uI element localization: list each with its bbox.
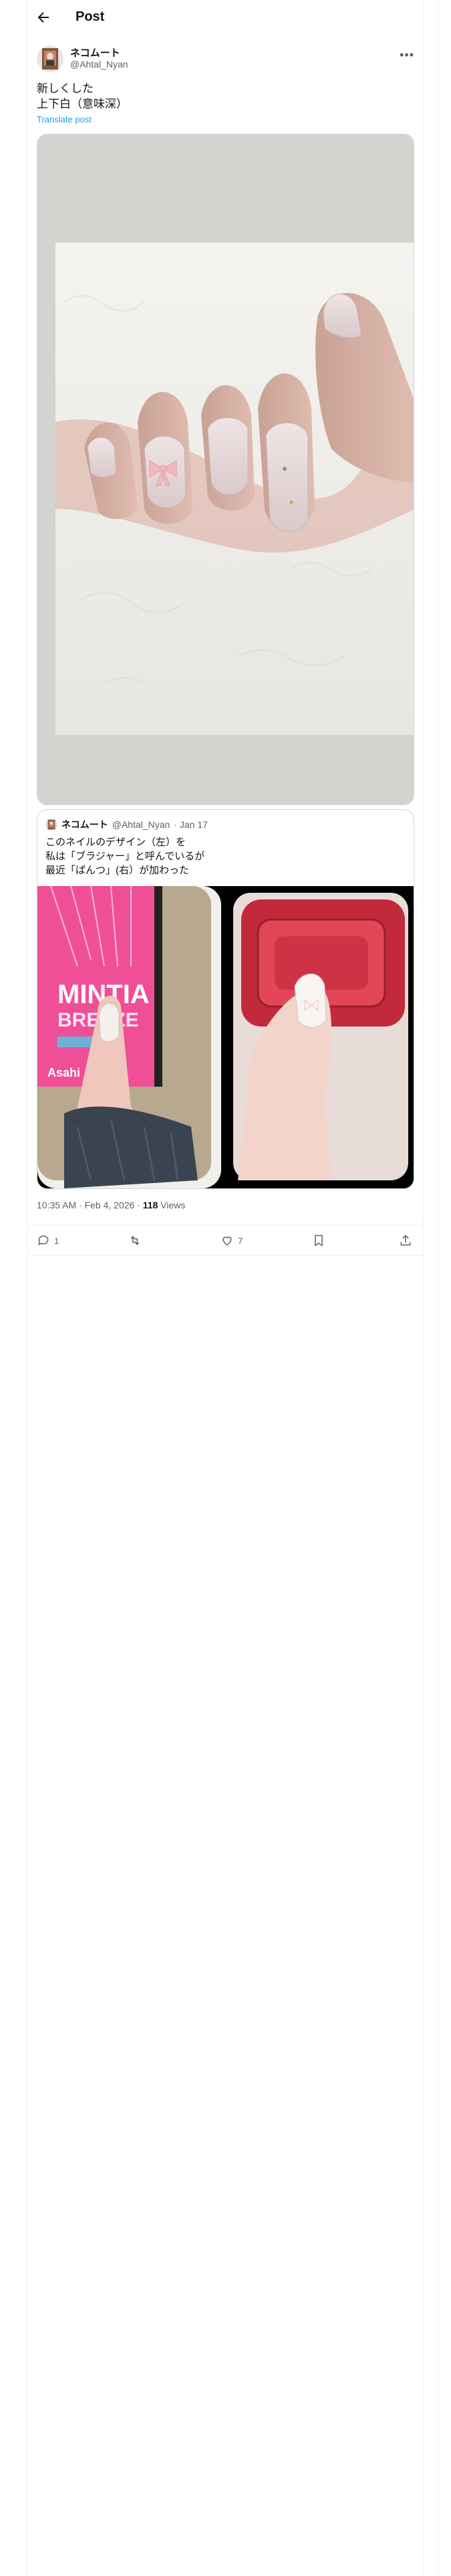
more-options-icon[interactable]: ••• xyxy=(400,48,414,62)
top-header: Post xyxy=(27,0,424,35)
repost-button[interactable] xyxy=(128,1232,146,1249)
bookmark-button[interactable] xyxy=(312,1232,325,1249)
avatar[interactable] xyxy=(37,45,63,72)
action-bar: 1 7 xyxy=(27,1224,424,1256)
post-timestamp: 10:35 AM · Feb 4, 2026 · 118 Views xyxy=(37,1200,185,1210)
reply-count: 1 xyxy=(54,1235,59,1246)
quoted-text: このネイルのデザイン（左）を 私は「ブラジャー」と呼んでいるが 最近「ぱんつ」(… xyxy=(45,835,204,877)
quoted-photos: MINTIA BREEZE Asahi xyxy=(37,885,414,1188)
post-author: ネコムート @Ahtal_Nyan ••• xyxy=(37,44,414,74)
back-arrow-icon[interactable] xyxy=(35,9,51,25)
reply-button[interactable]: 1 xyxy=(37,1232,59,1249)
quoted-text-line: 私は「ブラジャー」と呼んでいるが xyxy=(45,851,205,862)
quoted-author-name: ネコムート xyxy=(61,819,108,830)
quoted-avatar xyxy=(45,819,57,831)
post-text-line: 新しくした xyxy=(37,82,94,95)
brand-text: Asahi xyxy=(47,1066,80,1079)
reply-icon xyxy=(38,1235,49,1246)
post-text: 新しくした 上下白（意味深） xyxy=(37,81,128,112)
translate-post-link[interactable]: Translate post xyxy=(37,114,92,124)
share-icon xyxy=(400,1235,411,1246)
heart-icon xyxy=(222,1237,232,1246)
quoted-post-header: ネコムート @Ahtal_Nyan · Jan 17 xyxy=(45,818,208,831)
views-count: 118 xyxy=(142,1200,158,1210)
quoted-post[interactable]: ネコムート @Ahtal_Nyan · Jan 17 このネイルのデザイン（左）… xyxy=(37,809,414,1189)
quoted-date: · Jan 17 xyxy=(174,819,208,830)
like-button[interactable]: 7 xyxy=(220,1232,243,1249)
views-label: Views xyxy=(158,1200,186,1210)
timestamp-text[interactable]: 10:35 AM · Feb 4, 2026 · xyxy=(37,1200,143,1210)
author-name[interactable]: ネコムート xyxy=(70,45,120,60)
quoted-text-line: 最近「ぱんつ」(右）が加わった xyxy=(45,865,189,876)
like-count: 7 xyxy=(238,1235,243,1246)
right-photo xyxy=(233,893,408,1180)
post-text-line: 上下白（意味深） xyxy=(37,98,128,110)
quoted-media[interactable]: MINTIA BREEZE Asahi xyxy=(37,885,414,1188)
share-button[interactable] xyxy=(399,1232,412,1249)
nail-photo xyxy=(37,134,414,804)
page-title: Post xyxy=(76,9,105,24)
repost-icon xyxy=(130,1236,140,1245)
author-handle[interactable]: @Ahtal_Nyan xyxy=(70,59,128,70)
quoted-text-line: このネイルのデザイン（左）を xyxy=(45,837,186,848)
left-photo: MINTIA BREEZE Asahi xyxy=(37,885,221,1188)
bookmark-icon xyxy=(315,1235,323,1247)
post-image[interactable] xyxy=(37,134,414,805)
quoted-author-handle: @Ahtal_Nyan xyxy=(112,819,170,830)
